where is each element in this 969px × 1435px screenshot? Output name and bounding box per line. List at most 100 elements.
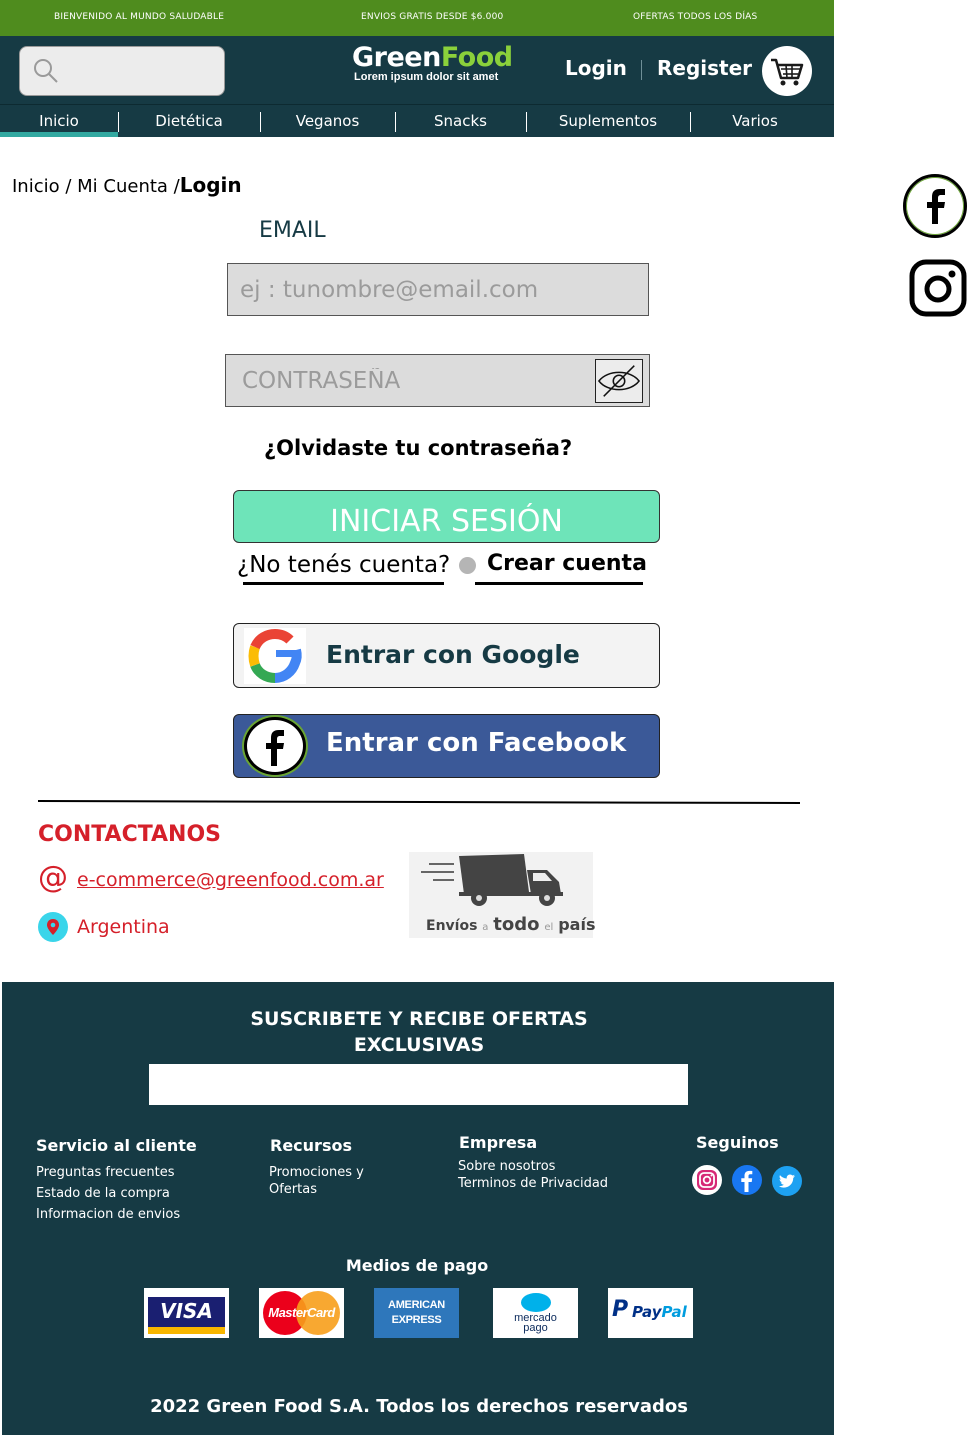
footer-service-title: Servicio al cliente [36,1136,197,1155]
register-link[interactable]: Register [657,56,752,80]
mercadopago-logo: mercado pago [493,1313,578,1334]
location-pin-icon [38,912,68,942]
footer-link-offers[interactable]: Ofertas [269,1181,317,1198]
brand-name-green: Green [352,42,441,73]
no-account-text: ¿No tenés cuenta? [237,552,451,578]
nav-item-dietetica[interactable]: Dietética [118,105,260,138]
google-logo [244,628,306,684]
subscribe-title: SUSCRIBETE Y RECIBE OFERTAS EXCLUSIVAS [2,1006,836,1058]
footer-company-title: Empresa [459,1133,538,1152]
footer-facebook-button[interactable] [732,1165,762,1195]
facebook-login-button[interactable]: Entrar con Facebook [233,714,660,778]
footer-instagram-button[interactable] [692,1165,722,1195]
copyright-text: 2022 Green Food S.A. Todos los derechos … [150,1396,688,1417]
cart-button[interactable] [762,46,812,96]
footer-link-promotions[interactable]: Promociones y [269,1164,364,1181]
amex-line2: EXPRESS [391,1314,442,1326]
login-submit-button[interactable]: INICIAR SESIÓN [233,490,660,543]
pin-glyph [47,919,59,935]
visa-card: VISA [144,1288,229,1338]
facebook-icon [741,1170,753,1192]
section-divider [37,800,801,804]
shipping-word-pais: país [558,915,596,934]
shipping-word-envios: Envíos [426,918,478,934]
promo-shipping-text: ENVIOS GRATIS DESDE $6.000 [361,12,504,22]
brand-logo[interactable]: GreenFood Lorem ipsum dolor sit amet [352,42,522,83]
email-label: EMAIL [259,218,326,243]
password-field[interactable] [226,355,649,406]
instagram-icon [909,259,967,317]
nav-item-suplementos[interactable]: Suplementos [526,105,690,138]
facebook-icon [927,189,945,224]
nav-item-veganos[interactable]: Veganos [260,105,395,138]
footer-follow-title: Seguinos [696,1133,779,1152]
footer-resources-title: Recursos [270,1136,352,1155]
twitter-icon [778,1174,795,1188]
amex-card: AMERICAN EXPRESS [374,1288,459,1338]
promo-bar: BIENVENIDO AL MUNDO SALUDABLE ENVIOS GRA… [0,0,834,36]
facebook-login-label: Entrar con Facebook [326,728,627,758]
subscribe-title-line1: SUSCRIBETE Y RECIBE OFERTAS [250,1008,588,1030]
mastercard-card: MasterCard [259,1288,344,1338]
search-icon[interactable] [32,57,60,85]
brand-name-food: Food [440,42,513,73]
footer-link-shipping-info[interactable]: Informacion de envios [36,1206,180,1223]
contact-title: CONTACTANOS [38,822,222,847]
side-instagram-button[interactable] [908,258,968,318]
paypal-word-pay: Pay [632,1303,662,1321]
header-divider [641,60,642,80]
promo-welcome-text: BIENVENIDO AL MUNDO SALUDABLE [54,12,225,22]
paypal-mark-icon: P [612,1297,629,1322]
side-facebook-button[interactable] [903,174,967,238]
create-account-link[interactable]: Crear cuenta [487,551,647,576]
contact-email-link[interactable]: e-commerce@greenfood.com.ar [77,869,384,891]
facebook-logo [244,717,306,775]
facebook-icon [266,730,284,766]
main-nav: Inicio Dietética Veganos Snacks Suplemen… [0,104,834,137]
shipping-word-el: el [544,922,554,933]
subscribe-email-input[interactable] [149,1064,688,1105]
amex-logo: AMERICAN EXPRESS [374,1298,459,1328]
eye-slash-icon [597,365,641,397]
paypal-card: P PayPal [608,1288,693,1338]
login-link[interactable]: Login [565,56,627,80]
nav-item-snacks[interactable]: Snacks [395,105,526,138]
payment-methods-title: Medios de pago [345,1256,489,1275]
no-account-underline [243,582,444,585]
footer-link-privacy[interactable]: Terminos de Privacidad [458,1175,608,1192]
nav-active-indicator [0,132,118,137]
footer-link-order-status[interactable]: Estado de la compra [36,1185,170,1202]
paypal-logo: PayPal [632,1303,687,1321]
delivery-truck-icon [421,854,563,906]
subscribe-title-line2: EXCLUSIVAS [353,1034,485,1056]
brand-tagline: Lorem ipsum dolor sit amet [354,71,499,83]
nav-item-varios[interactable]: Varios [690,105,820,138]
email-at-icon: @ [38,860,68,895]
footer-link-about[interactable]: Sobre nosotros [458,1158,555,1175]
paypal-word-pal: Pal [661,1303,687,1321]
google-login-label: Entrar con Google [326,640,580,669]
mercadopago-line2: pago [523,1322,548,1334]
email-field[interactable] [228,264,648,315]
google-icon [248,628,302,683]
toggle-password-button[interactable] [595,359,643,403]
shipping-word-todo: todo [493,914,540,935]
shipping-word-a: a [482,922,489,933]
mercadopago-card: mercado pago [493,1288,578,1338]
contact-country: Argentina [77,916,170,938]
cart-icon [771,58,804,86]
visa-logo: VISA [160,1299,213,1323]
forgot-password-link[interactable]: ¿Olvidaste tu contraseña? [264,436,572,460]
search-input[interactable] [19,46,225,96]
google-login-button[interactable]: Entrar con Google [233,623,660,688]
promo-offers-text: OFERTAS TODOS LOS DÍAS [633,12,758,22]
footer-link-faq[interactable]: Preguntas frecuentes [36,1164,175,1181]
instagram-icon [697,1170,717,1190]
footer-twitter-button[interactable] [772,1166,802,1196]
password-field-wrapper [225,354,650,407]
email-field-wrapper [227,263,649,316]
create-account-underline [475,582,643,585]
breadcrumb-current: Login [179,173,242,197]
breadcrumb-path[interactable]: Inicio / Mi Cuenta / [12,176,180,197]
site-header: GreenFood Lorem ipsum dolor sit amet Log… [0,36,834,104]
